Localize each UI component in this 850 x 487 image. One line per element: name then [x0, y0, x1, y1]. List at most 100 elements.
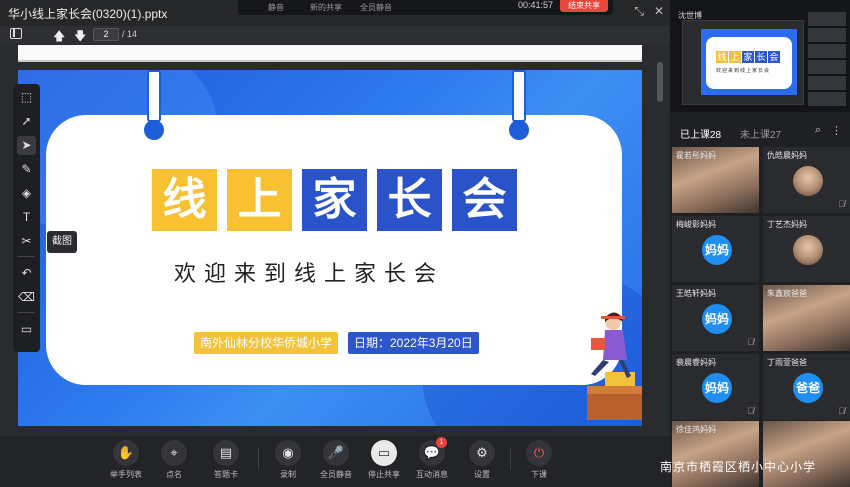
- slide-canvas: 线 上 家 长 会 欢迎来到线上家长会 南外仙林分校华侨城小学 日期：2022年…: [18, 70, 642, 426]
- end-share-button[interactable]: 结束共享: [560, 0, 608, 12]
- tab-joined[interactable]: 已上课28: [680, 126, 721, 141]
- page-total: / 14: [122, 29, 138, 39]
- search-icon[interactable]: ⌕: [815, 124, 821, 137]
- unread-badge: 1: [436, 437, 447, 448]
- participant-tile[interactable]: 王皓轩妈妈 妈妈 🎙̸: [672, 285, 759, 351]
- participant-name: 霍若彤妈妈: [676, 151, 716, 160]
- settings-button[interactable]: ⚙ 设置: [458, 440, 506, 480]
- mini-video-tile: [808, 44, 846, 58]
- participant-tile[interactable]: 裴晨睿妈妈 妈妈 🎙̸: [672, 354, 759, 420]
- school-tag: 南外仙林分校华侨城小学: [194, 332, 339, 354]
- pen-icon[interactable]: ✎: [17, 160, 36, 179]
- mini-title-char: 会: [768, 51, 780, 63]
- participant-tile[interactable]: 仇皓晨妈妈 🎙̸: [763, 147, 850, 213]
- mute-all-toolbar-button[interactable]: 🎤 全员静音: [312, 440, 360, 480]
- toolbar-divider: [258, 448, 259, 470]
- record-button[interactable]: ◉ 录制: [264, 440, 312, 480]
- annotation-toolbar: ⬚ ➚ ➤ ✎ ◈ T ✂ ↶ ⌫ ▭: [13, 84, 40, 352]
- participant-name: 朱鑫宸爸爸: [767, 289, 807, 298]
- date-tag: 日期：2022年3月20日: [348, 332, 479, 354]
- screen-preview: 沈世博 线上家长会 欢迎来到线上家长会: [670, 0, 850, 112]
- participant-tile[interactable]: [763, 421, 850, 487]
- mute-button[interactable]: 静音: [268, 2, 284, 13]
- record-icon: ◉: [275, 440, 301, 466]
- mini-title-char: 长: [755, 51, 767, 63]
- page-input[interactable]: 2: [93, 28, 119, 41]
- slide-title: 线 上 家 长 会: [152, 169, 517, 231]
- interactive-messages-button[interactable]: 💬 1 互动消息: [408, 437, 456, 480]
- roll-call-label: 点名: [166, 470, 182, 479]
- end-class-button[interactable]: ⏻ 下课: [515, 440, 563, 480]
- new-share-button[interactable]: 新的共享: [310, 2, 342, 13]
- participant-tile[interactable]: 梅峻彰妈妈 妈妈: [672, 216, 759, 282]
- screenshot-tooltip: 截图: [47, 231, 77, 253]
- share-timer: 00:41:57: [518, 0, 554, 10]
- tab-not-joined[interactable]: 未上课27: [740, 126, 781, 141]
- participant-tile[interactable]: 丁艺杰妈妈: [763, 216, 850, 282]
- mini-title-char: 家: [742, 51, 754, 63]
- record-label: 录制: [280, 470, 296, 479]
- close-icon[interactable]: ✕: [654, 4, 664, 19]
- stop-share-label: 停止共享: [368, 470, 400, 479]
- school-watermark: 南京市栖霞区栖小中心小学: [660, 460, 817, 474]
- stop-share-icon: ▭: [371, 440, 397, 466]
- title-char: 线: [152, 169, 217, 231]
- participant-name: 仇皓晨妈妈: [767, 151, 807, 160]
- avatar: [793, 166, 823, 196]
- answer-card-button[interactable]: ▤ 答题卡: [202, 440, 250, 480]
- text-icon[interactable]: T: [17, 208, 36, 227]
- raise-hand-list-button[interactable]: ✋ 举手列表: [102, 440, 150, 480]
- attendance-tabs: 已上课28 未上课27 ⌕ ⋮: [670, 120, 850, 142]
- mic-off-icon: 🎙̸: [838, 406, 845, 416]
- avatar: 妈妈: [702, 304, 732, 334]
- collapse-icon[interactable]: ⤡: [634, 4, 644, 19]
- mic-off-icon: 🎙̸: [838, 199, 845, 209]
- mini-video-tile: [808, 12, 846, 26]
- toolbar-divider: [510, 448, 511, 470]
- mini-video-tile: [808, 28, 846, 42]
- toolbar-divider: [18, 312, 35, 313]
- mic-off-icon: 🎙̸: [747, 406, 754, 416]
- board-pin-right: [509, 120, 529, 140]
- roll-call-button[interactable]: ⌖ 点名: [150, 440, 198, 480]
- undo-icon[interactable]: ↶: [17, 264, 36, 283]
- answer-card-icon: ▤: [213, 440, 239, 466]
- title-char: 家: [302, 169, 367, 231]
- scissors-icon[interactable]: ✂: [17, 232, 36, 251]
- mini-subtitle: 欢迎来到线上家长会: [716, 68, 771, 74]
- title-char: 上: [227, 169, 292, 231]
- toolbox-icon[interactable]: ▭: [17, 320, 36, 339]
- laser-pointer-icon[interactable]: ➚: [17, 112, 36, 131]
- shared-screen-thumbnail[interactable]: 线上家长会 欢迎来到线上家长会: [682, 20, 804, 105]
- mute-all-button[interactable]: 全员静音: [360, 2, 392, 13]
- gear-icon: ⚙: [469, 440, 495, 466]
- participant-tile[interactable]: 霍若彤妈妈: [672, 147, 759, 213]
- cursor-icon[interactable]: ➤: [17, 136, 36, 155]
- location-pin-icon: ⌖: [161, 440, 187, 466]
- previous-slide-edge: [18, 45, 642, 62]
- title-char: 会: [452, 169, 517, 231]
- sidebar-toggle-icon[interactable]: [10, 28, 22, 39]
- participant-name: 裴晨睿妈妈: [676, 358, 716, 367]
- mini-video-tile: [808, 76, 846, 90]
- participant-tile[interactable]: 丁雨萱爸爸 爸爸 🎙̸: [763, 354, 850, 420]
- participant-name: 徐佳鸿妈妈: [676, 425, 716, 434]
- app-root: 华小线上家长会(0320)(1).pptx ⤡ ✕ 静音 新的共享 全员静音 0…: [0, 0, 850, 487]
- vertical-scrollbar[interactable]: [657, 62, 663, 102]
- participant-tile[interactable]: 朱鑫宸爸爸: [763, 285, 850, 351]
- window-title: 华小线上家长会(0320)(1).pptx: [8, 7, 168, 21]
- participant-tile[interactable]: 徐佳鸿妈妈: [672, 421, 759, 487]
- messages-label: 互动消息: [416, 470, 448, 479]
- share-control-bar: 静音 新的共享 全员静音 00:41:57 结束共享: [238, 0, 613, 15]
- avatar: 爸爸: [793, 373, 823, 403]
- toolbar-divider: [18, 256, 35, 257]
- select-region-icon[interactable]: ⬚: [17, 88, 36, 107]
- power-icon: ⏻: [526, 440, 552, 466]
- more-icon[interactable]: ⋮: [831, 124, 842, 137]
- participant-name: 丁艺杰妈妈: [767, 220, 807, 229]
- stop-share-button[interactable]: ▭ 停止共享: [360, 440, 408, 480]
- participant-name: 王皓轩妈妈: [676, 289, 716, 298]
- shapes-icon[interactable]: ◈: [17, 184, 36, 203]
- eraser-icon[interactable]: ⌫: [17, 288, 36, 307]
- title-char: 长: [377, 169, 442, 231]
